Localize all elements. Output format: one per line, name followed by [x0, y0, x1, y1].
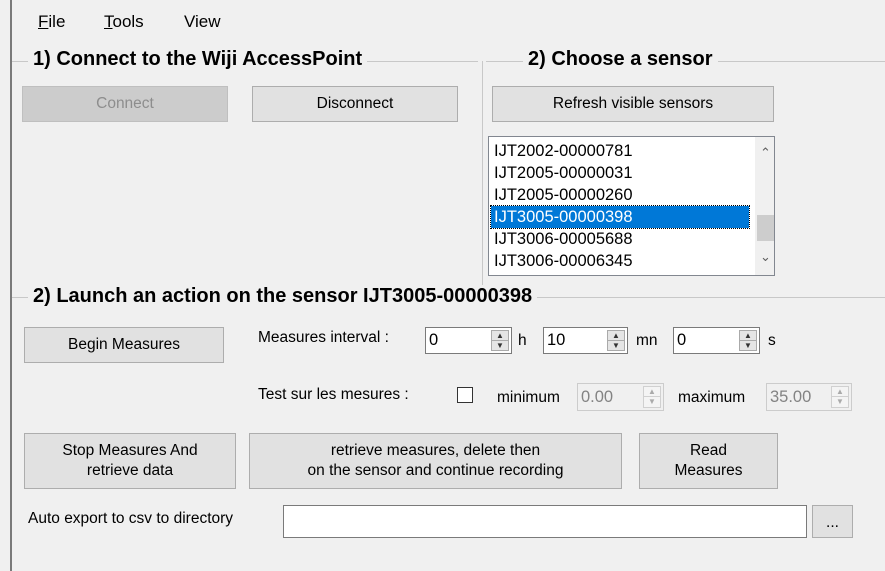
maximum-spin-buttons[interactable]: ▲ ▼: [831, 386, 849, 408]
scrollbar-thumb[interactable]: [757, 215, 774, 241]
spin-up-icon[interactable]: ▲: [608, 331, 624, 341]
connect-button[interactable]: Connect: [22, 86, 228, 122]
menu-view[interactable]: View: [184, 12, 221, 32]
menu-tools[interactable]: Tools: [104, 12, 144, 32]
test-measures-checkbox[interactable]: [457, 387, 473, 403]
retrieve-line1: retrieve measures, delete then: [330, 442, 541, 459]
hours-value: 0: [429, 331, 439, 349]
spin-up-icon[interactable]: ▲: [740, 331, 756, 341]
seconds-unit-label: s: [768, 332, 776, 349]
seconds-spin-buttons[interactable]: ▲ ▼: [739, 330, 757, 351]
hours-stepper[interactable]: 0 ▲ ▼: [425, 327, 512, 354]
action-group-title: 2) Launch an action on the sensor IJT300…: [28, 285, 538, 308]
stop-measures-line1: Stop Measures And: [62, 442, 198, 459]
minutes-spin-buttons[interactable]: ▲ ▼: [607, 330, 625, 351]
scroll-down-icon[interactable]: ⌄: [757, 249, 774, 265]
list-item[interactable]: IJT2005-00000031: [491, 162, 749, 184]
auto-export-label: Auto export to csv to directory: [28, 510, 234, 527]
list-item[interactable]: IJT2002-00000781: [491, 140, 749, 162]
seconds-stepper[interactable]: 0 ▲ ▼: [673, 327, 760, 354]
spin-down-icon[interactable]: ▼: [644, 397, 660, 407]
sensor-list[interactable]: IJT2002-00000781 IJT2005-00000031 IJT200…: [488, 136, 775, 276]
stop-measures-button[interactable]: Stop Measures And retrieve data: [24, 433, 236, 489]
sensor-group-title: 2) Choose a sensor: [523, 48, 718, 71]
list-item[interactable]: IJT3006-00006345: [491, 250, 749, 272]
minutes-stepper[interactable]: 10 ▲ ▼: [543, 327, 628, 354]
read-measures-button[interactable]: Read Measures: [639, 433, 778, 489]
minimum-label: minimum: [497, 389, 560, 406]
list-item[interactable]: IJT2005-00000260: [491, 184, 749, 206]
read-measures-line2: Measures: [674, 462, 743, 479]
measures-interval-label: Measures interval :: [258, 329, 389, 346]
menu-file[interactable]: File: [38, 12, 65, 32]
hours-spin-buttons[interactable]: ▲ ▼: [491, 330, 509, 351]
browse-button[interactable]: ...: [812, 505, 853, 538]
export-directory-input[interactable]: [283, 505, 807, 538]
disconnect-button[interactable]: Disconnect: [252, 86, 458, 122]
spin-down-icon[interactable]: ▼: [740, 341, 756, 351]
spin-up-icon[interactable]: ▲: [832, 387, 848, 397]
maximum-label: maximum: [678, 389, 746, 406]
stop-measures-line2: retrieve data: [86, 462, 174, 479]
spin-down-icon[interactable]: ▼: [608, 341, 624, 351]
minutes-value: 10: [547, 331, 566, 349]
seconds-value: 0: [677, 331, 687, 349]
read-measures-line1: Read: [689, 442, 728, 459]
connect-group-title: 1) Connect to the Wiji AccessPoint: [28, 48, 368, 71]
begin-measures-button[interactable]: Begin Measures: [24, 327, 224, 363]
minimum-stepper[interactable]: 0.00 ▲ ▼: [577, 383, 664, 411]
list-item[interactable]: IJT3006-00005688: [491, 228, 749, 250]
list-item-selected[interactable]: IJT3005-00000398: [490, 205, 750, 229]
scroll-up-icon[interactable]: ⌃: [757, 145, 774, 161]
hours-unit-label: h: [518, 332, 527, 349]
spin-up-icon[interactable]: ▲: [492, 331, 508, 341]
maximum-value: 35.00: [770, 387, 812, 406]
retrieve-line2: on the sensor and continue recording: [307, 462, 564, 479]
minimum-value: 0.00: [581, 387, 614, 406]
minutes-unit-label: mn: [636, 332, 658, 349]
minimum-spin-buttons[interactable]: ▲ ▼: [643, 386, 661, 408]
retrieve-delete-continue-button[interactable]: retrieve measures, delete then on the se…: [249, 433, 622, 489]
test-measures-label: Test sur les mesures :: [258, 386, 409, 403]
maximum-stepper[interactable]: 35.00 ▲ ▼: [766, 383, 852, 411]
window-left-border: [10, 0, 12, 571]
spin-down-icon[interactable]: ▼: [492, 341, 508, 351]
spin-up-icon[interactable]: ▲: [644, 387, 660, 397]
group-divider: [482, 61, 483, 287]
sensor-list-scrollbar[interactable]: ⌃ ⌄: [755, 137, 774, 275]
spin-down-icon[interactable]: ▼: [832, 397, 848, 407]
refresh-sensors-button[interactable]: Refresh visible sensors: [492, 86, 774, 122]
